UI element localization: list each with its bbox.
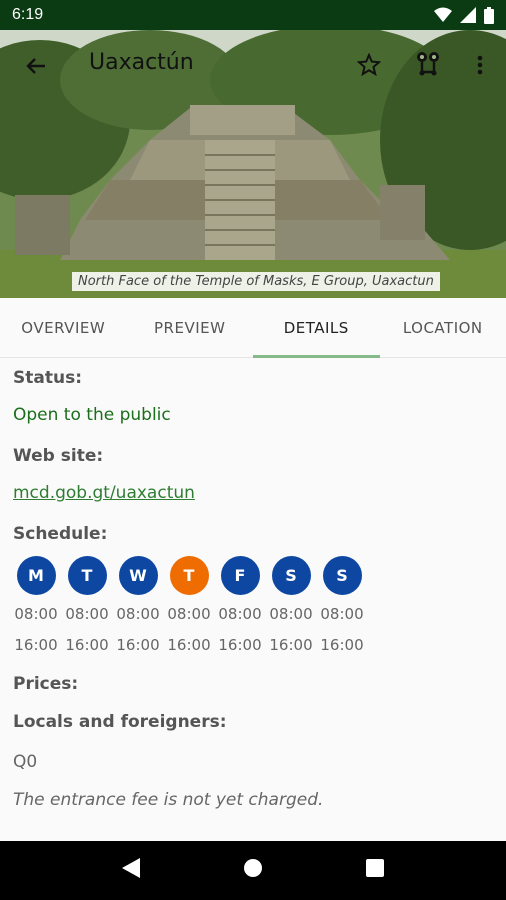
tab-bar: OVERVIEW PREVIEW DETAILS LOCATION — [0, 298, 506, 358]
close-time: 16:00 — [218, 636, 262, 654]
favorite-button[interactable] — [352, 48, 386, 82]
battery-icon — [484, 6, 494, 24]
directions-button[interactable] — [410, 46, 446, 82]
signal-icon — [460, 7, 476, 23]
open-time: 08:00 — [65, 605, 109, 623]
nav-back-button[interactable] — [121, 858, 140, 883]
hero-image: Uaxactún North Face of the Temple of Mas… — [0, 30, 506, 298]
system-nav-bar — [0, 841, 506, 900]
status-icons — [434, 6, 494, 24]
nav-recents-icon — [366, 859, 385, 877]
close-time: 16:00 — [65, 636, 109, 654]
route-icon — [417, 52, 439, 76]
close-time: 16:00 — [14, 636, 58, 654]
schedule-day: M 08:00 16:00 — [14, 556, 58, 657]
website-label: Web site: — [13, 446, 104, 466]
wifi-icon — [434, 7, 452, 22]
close-time: 16:00 — [116, 636, 160, 654]
close-time: 16:00 — [269, 636, 313, 654]
page-title: Uaxactún — [89, 50, 194, 75]
more-vert-icon — [477, 55, 483, 75]
schedule-day: S 08:00 16:00 — [320, 556, 364, 657]
tab-details[interactable]: DETAILS — [253, 298, 380, 358]
open-time: 08:00 — [269, 605, 313, 623]
status-bar: 6:19 — [0, 0, 506, 30]
tab-location[interactable]: LOCATION — [380, 298, 506, 358]
nav-back-icon — [121, 858, 140, 878]
open-time: 08:00 — [116, 605, 160, 623]
status-time: 6:19 — [12, 6, 44, 23]
tab-preview[interactable]: PREVIEW — [127, 298, 254, 358]
open-time: 08:00 — [14, 605, 58, 623]
day-circle-today: T — [169, 556, 209, 595]
nav-recents-button[interactable] — [366, 859, 385, 882]
day-circle: T — [67, 556, 107, 595]
open-time: 08:00 — [320, 605, 364, 623]
open-time: 08:00 — [218, 605, 262, 623]
price-note: The entrance fee is not yet charged. — [13, 790, 324, 810]
more-options-button[interactable] — [466, 48, 494, 82]
close-time: 16:00 — [320, 636, 364, 654]
schedule-label: Schedule: — [13, 524, 108, 544]
schedule-day: S 08:00 16:00 — [269, 556, 313, 657]
close-time: 16:00 — [167, 636, 211, 654]
price-value: Q0 — [13, 752, 38, 772]
tab-overview[interactable]: OVERVIEW — [0, 298, 127, 358]
day-circle: F — [220, 556, 260, 595]
image-caption: North Face of the Temple of Masks, E Gro… — [72, 272, 440, 291]
website-link[interactable]: mcd.gob.gt/uaxactun — [13, 483, 195, 503]
schedule-day: W 08:00 16:00 — [116, 556, 160, 657]
schedule-day: T 08:00 16:00 — [65, 556, 109, 657]
status-value: Open to the public — [13, 405, 171, 425]
schedule-day: F 08:00 16:00 — [218, 556, 262, 657]
day-circle: M — [16, 556, 56, 595]
day-circle: S — [271, 556, 311, 595]
day-circle: W — [118, 556, 158, 595]
back-arrow-icon — [26, 58, 45, 74]
status-label: Status: — [13, 368, 82, 388]
schedule-day: T 08:00 16:00 — [167, 556, 211, 657]
prices-label: Prices: — [13, 674, 79, 694]
star-outline-icon — [357, 53, 381, 77]
price-group-label: Locals and foreigners: — [13, 712, 227, 732]
open-time: 08:00 — [167, 605, 211, 623]
nav-home-icon — [243, 859, 262, 877]
back-button[interactable] — [18, 48, 54, 84]
nav-home-button[interactable] — [243, 858, 263, 883]
day-circle: S — [322, 556, 362, 595]
details-panel: Status: Open to the public Web site: mcd… — [0, 358, 506, 840]
schedule-row: M 08:00 16:00 T 08:00 16:00 W 08:00 16:0… — [14, 556, 364, 657]
